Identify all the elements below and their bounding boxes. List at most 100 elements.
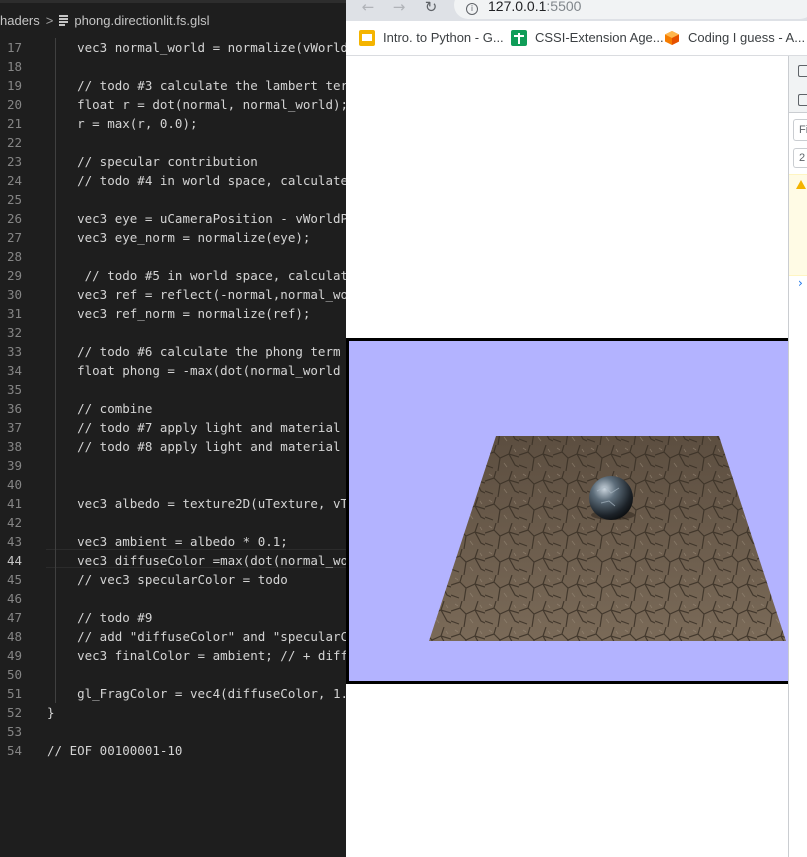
reload-icon[interactable]: ↻ (421, 0, 441, 16)
code-line[interactable]: vec3 eye_norm = normalize(eye); (47, 228, 310, 247)
address-bar[interactable]: i 127.0.0.1:5500 (454, 0, 807, 19)
line-number: 32 (6, 325, 22, 340)
line-number: 43 (6, 534, 22, 549)
code-line[interactable]: // combine (47, 399, 152, 418)
line-number: 44 (6, 553, 22, 568)
code-line[interactable]: vec3 ref = reflect(-normal,normal_world)… (47, 285, 346, 304)
slides-icon (359, 30, 375, 46)
console-warning-message (789, 174, 807, 276)
line-number: 42 (6, 515, 22, 530)
code-line[interactable]: // todo #7 apply light and material (47, 418, 340, 437)
code-line[interactable]: } (47, 703, 55, 722)
line-number: 46 (6, 591, 22, 606)
line-number: 35 (6, 382, 22, 397)
line-number: 49 (6, 648, 22, 663)
back-arrow-icon[interactable]: ← (358, 0, 378, 16)
line-number: 48 (6, 629, 22, 644)
breadcrumb-folder[interactable]: haders (0, 11, 40, 31)
url-text: 127.0.0.1:5500 (488, 0, 581, 14)
file-lines-icon (59, 15, 69, 27)
line-number: 30 (6, 287, 22, 302)
code-line[interactable]: vec3 normal_world = normalize(vWorldNorm… (47, 38, 346, 57)
code-line[interactable]: // specular contribution (47, 152, 258, 171)
line-number: 50 (6, 667, 22, 682)
warning-icon (796, 180, 806, 189)
code-line[interactable]: // todo #5 in world space, calculate (47, 266, 346, 285)
console-sidebar-icon[interactable] (798, 94, 807, 106)
bookmarks-bar: Intro. to Python - G... CSSI-Extension A… (346, 21, 807, 56)
code-editor[interactable]: haders > phong.directionlit.fs.glsl 17 vec… (0, 0, 346, 857)
code-line[interactable]: // add "diffuseColor" and "specularColor… (47, 627, 346, 646)
line-number: 40 (6, 477, 22, 492)
bookmark-cssi-extension[interactable]: CSSI-Extension Age... (511, 29, 664, 47)
code-line[interactable]: vec3 albedo = texture2D(uTexture, vTexco… (47, 494, 346, 513)
line-number: 47 (6, 610, 22, 625)
code-line[interactable]: vec3 eye = uCameraPosition - vWorldPosit… (47, 209, 346, 228)
page-content (346, 56, 788, 857)
bookmark-label: Coding I guess - A... (688, 30, 806, 45)
line-number: 52 (6, 705, 22, 720)
sheets-icon (511, 30, 527, 46)
inspect-element-icon[interactable] (798, 65, 807, 77)
code-line[interactable]: // vec3 specularColor = todo (47, 570, 288, 589)
ground-cracks (429, 436, 786, 641)
bookmark-intro-python[interactable]: Intro. to Python - G... (359, 29, 504, 47)
line-number: 39 (6, 458, 22, 473)
console-levels-dropdown[interactable]: 2 (793, 148, 807, 168)
sphere (589, 476, 633, 520)
code-line[interactable]: // todo #9 (47, 608, 152, 627)
editor-tab-strip (0, 0, 346, 3)
line-number: 45 (6, 572, 22, 587)
console-prompt-icon[interactable]: › (798, 276, 803, 290)
line-number: 38 (6, 439, 22, 454)
forward-arrow-icon[interactable]: → (389, 0, 409, 16)
line-number: 29 (6, 268, 22, 283)
breadcrumb-file[interactable]: phong.directionlit.fs.glsl (74, 11, 209, 31)
bookmark-label: Intro. to Python - G... (383, 30, 504, 45)
code-line[interactable]: vec3 ambient = albedo * 0.1; (47, 532, 288, 551)
webgl-canvas[interactable] (346, 338, 788, 684)
code-line[interactable]: // todo #3 calculate the lambert term (47, 76, 346, 95)
line-number: 19 (6, 78, 22, 93)
line-number: 51 (6, 686, 22, 701)
code-line[interactable]: r = max(r, 0.0); (47, 114, 197, 133)
code-line[interactable]: vec3 ref_norm = normalize(ref); (47, 304, 310, 323)
line-number: 31 (6, 306, 22, 321)
code-line[interactable]: // todo #6 calculate the phong term (47, 342, 340, 361)
line-number: 36 (6, 401, 22, 416)
code-line[interactable]: float phong = -max(dot(normal_world (47, 361, 340, 380)
code-line[interactable]: vec3 diffuseColor =max(dot(normal_world (47, 551, 346, 570)
code-line[interactable]: float r = dot(normal, normal_world); (47, 95, 346, 114)
line-number: 23 (6, 154, 22, 169)
url-host: 127.0.0.1 (488, 0, 547, 14)
line-number: 17 (6, 40, 22, 55)
bookmark-coding-i-guess[interactable]: Coding I guess - A... (664, 29, 805, 47)
line-number: 20 (6, 97, 22, 112)
line-number: 37 (6, 420, 22, 435)
browser-window: ← → ↻ i 127.0.0.1:5500 Intro. to Python … (346, 0, 807, 857)
code-line[interactable]: // EOF 00100001-10 (47, 741, 182, 760)
line-number: 34 (6, 363, 22, 378)
line-number: 53 (6, 724, 22, 739)
devtools-toolbar (789, 56, 807, 113)
console-filter-input[interactable]: Fi (793, 119, 807, 141)
bookmark-label: CSSI-Extension Age... (535, 30, 664, 45)
code-line[interactable]: // todo #8 apply light and material (47, 437, 340, 456)
line-number: 18 (6, 59, 22, 74)
cube-icon (664, 30, 680, 46)
code-line[interactable]: // todo #4 in world space, calculate (47, 171, 346, 190)
browser-toolbar: ← → ↻ i 127.0.0.1:5500 (346, 0, 807, 21)
indent-guide (55, 38, 56, 703)
code-line[interactable]: gl_FragColor = vec4(diffuseColor, 1.0); (47, 684, 346, 703)
code-line[interactable]: vec3 finalColor = ambient; // + diffuseC… (47, 646, 346, 665)
breadcrumb: haders > phong.directionlit.fs.glsl (0, 11, 346, 31)
devtools-panel[interactable]: Fi 2 › (788, 56, 807, 857)
rendered-scene (429, 436, 786, 641)
info-icon[interactable]: i (466, 3, 478, 15)
line-number: 27 (6, 230, 22, 245)
line-number: 54 (6, 743, 22, 758)
line-number: 26 (6, 211, 22, 226)
line-number: 41 (6, 496, 22, 511)
breadcrumb-separator: > (45, 13, 54, 28)
line-number: 24 (6, 173, 22, 188)
